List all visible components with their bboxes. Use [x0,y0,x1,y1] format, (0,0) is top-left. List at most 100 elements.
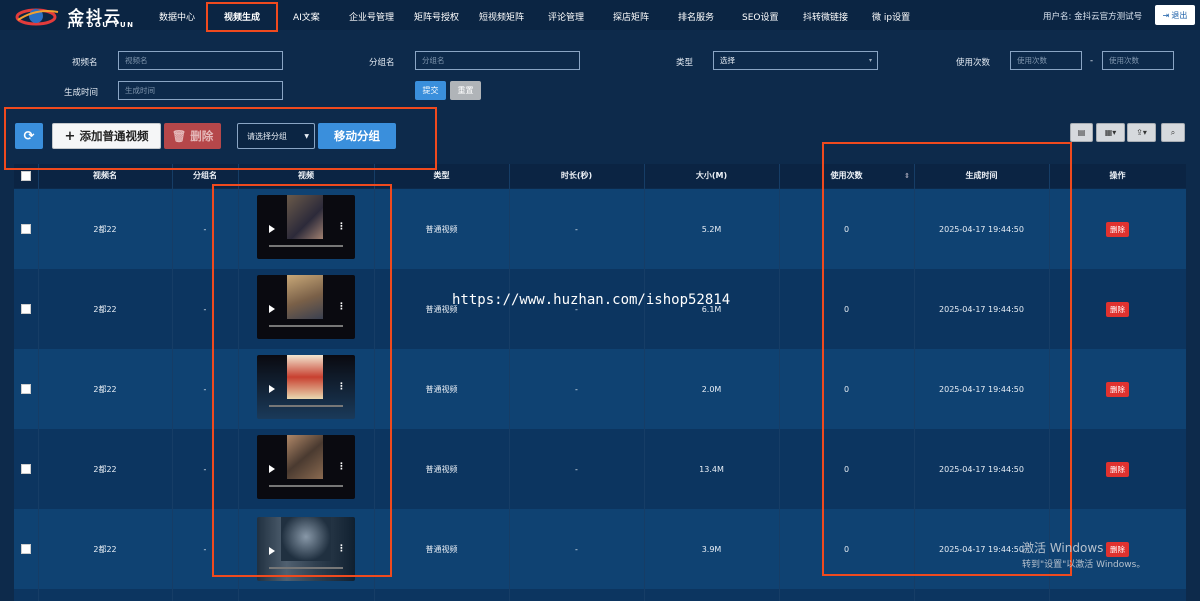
video-progress-bar[interactable] [269,567,343,569]
columns-button[interactable]: ▦▾ [1096,123,1125,142]
video-player[interactable]: ⋮ [257,195,355,259]
time-input[interactable]: 生成时间 [118,81,283,100]
sort-icon[interactable]: ⇕ [904,164,910,188]
video-progress-bar[interactable] [269,485,343,487]
nav-item-comments[interactable]: 评论管理 [548,10,584,23]
video-player[interactable]: ⋮ [257,517,355,581]
nav-item-video-generate[interactable]: 视频生成 [224,10,260,23]
nav-item-matrix-auth[interactable]: 矩阵号授权 [414,10,459,23]
video-player[interactable]: ⋮ [257,435,355,499]
nav-item-ai-copy[interactable]: AI文案 [293,10,320,23]
nav-item-short-video-matrix[interactable]: 短视频矩阵 [479,10,524,23]
table-row: 2都22 - 普通视频 - 6.1M 0 2025-04-17 19:44:50… [14,269,1186,349]
submit-button[interactable]: 提交 [415,81,446,100]
move-group-button[interactable]: 移动分组 [318,123,396,149]
cell-duration: - [575,544,578,554]
brand-name-en: JIN DOU YUN [68,21,135,29]
play-icon[interactable] [269,305,275,313]
nav-item-data-center[interactable]: 数据中心 [159,10,195,23]
row-checkbox[interactable] [21,304,31,314]
more-icon[interactable]: ⋮ [337,545,346,554]
nav-item-seo[interactable]: SEO设置 [742,10,778,23]
type-select[interactable]: 选择 ▾ [713,51,878,70]
video-player[interactable]: ⋮ [257,355,355,419]
cell-group: - [203,224,207,234]
row-delete-button[interactable]: 删除 [1106,541,1129,557]
play-icon[interactable] [269,465,275,473]
uses-min-input[interactable]: 使用次数 [1010,51,1082,70]
logout-button[interactable]: ⇥ 退出 [1155,5,1195,25]
column-divider [38,164,39,601]
row-delete-button[interactable]: 删除 [1106,221,1129,237]
list-icon: ▤ [1077,128,1086,137]
video-player[interactable]: ⋮ [257,275,355,339]
nav-item-store-matrix[interactable]: 探店矩阵 [613,10,649,23]
table-row: 2都22 - 普通视频 - 2.0M 0 2025-04-17 19:44:50… [14,349,1186,429]
header-video[interactable]: 视频 [238,164,374,188]
nav-item-ip-settings[interactable]: 微 ip设置 [872,10,910,23]
table-row [14,589,1186,601]
logout-label: 退出 [1171,10,1188,20]
refresh-button[interactable]: ⟳ [15,123,43,149]
more-icon[interactable]: ⋮ [337,223,346,232]
header-video-name[interactable]: 视频名 [38,164,172,188]
nav-item-enterprise[interactable]: 企业号管理 [349,10,394,23]
brand-logo[interactable]: 金抖云 JIN DOU YUN [14,2,154,30]
header-duration[interactable]: 时长(秒) [509,164,644,188]
cell-group: - [203,544,207,554]
delete-button[interactable]: 🗑 删除 [164,123,221,149]
header-group[interactable]: 分组名 [172,164,238,188]
reset-button[interactable]: 重置 [450,81,481,100]
export-button[interactable]: ⇪▾ [1127,123,1156,142]
cell-group: - [203,384,207,394]
header-uses[interactable]: 使用次数 ⇕ [779,164,914,188]
play-icon[interactable] [269,385,275,393]
search-button[interactable]: ⌕ [1161,123,1185,142]
cell-time: 2025-04-17 19:44:50 [939,304,1024,314]
video-progress-bar[interactable] [269,325,343,327]
nav-item-wechat-link[interactable]: 抖转微链接 [803,10,848,23]
row-checkbox[interactable] [21,224,31,234]
cell-time: 2025-04-17 19:44:50 [939,224,1024,234]
select-all-cell[interactable] [14,164,38,188]
row-delete-button[interactable]: 删除 [1106,301,1129,317]
header-type[interactable]: 类型 [374,164,509,188]
refresh-icon: ⟳ [23,128,35,144]
cell-time: 2025-04-17 19:44:50 [939,464,1024,474]
group-name-input[interactable]: 分组名 [415,51,580,70]
cell-group: - [203,464,207,474]
nav-item-ranking[interactable]: 排名服务 [678,10,714,23]
watermark-text: https://www.huzhan.com/ishop52814 [452,292,731,308]
more-icon[interactable]: ⋮ [337,303,346,312]
row-checkbox[interactable] [21,544,31,554]
row-checkbox[interactable] [21,384,31,394]
select-all-checkbox[interactable] [21,171,31,181]
group-select[interactable]: 请选择分组 ▼ [237,123,315,149]
play-icon[interactable] [269,547,275,555]
header-time[interactable]: 生成时间 [914,164,1049,188]
header-size[interactable]: 大小(M) [644,164,779,188]
export-icon: ⇪▾ [1136,128,1147,137]
row-delete-button[interactable]: 删除 [1106,461,1129,477]
row-checkbox[interactable] [21,464,31,474]
list-view-button[interactable]: ▤ [1070,123,1093,142]
video-progress-bar[interactable] [269,245,343,247]
add-video-button[interactable]: + 添加普通视频 [52,123,161,149]
more-icon[interactable]: ⋮ [337,383,346,392]
more-icon[interactable]: ⋮ [337,463,346,472]
group-select-value: 请选择分组 [247,131,287,141]
cell-uses: 0 [843,304,850,314]
cell-size: 3.9M [701,544,722,554]
video-thumbnail [287,435,323,479]
uses-max-input[interactable]: 使用次数 [1102,51,1174,70]
video-name-input[interactable]: 视频名 [118,51,283,70]
video-thumbnail [281,517,331,561]
cell-video-name: 2都22 [93,544,117,554]
column-divider [238,164,239,601]
video-progress-bar[interactable] [269,405,343,407]
user-label: 用户名: 金抖云官方测试号 [1043,12,1143,22]
cell-type: 普通视频 [425,224,458,234]
play-icon[interactable] [269,225,275,233]
row-delete-button[interactable]: 删除 [1106,381,1129,397]
caret-down-icon: ▼ [304,132,309,140]
